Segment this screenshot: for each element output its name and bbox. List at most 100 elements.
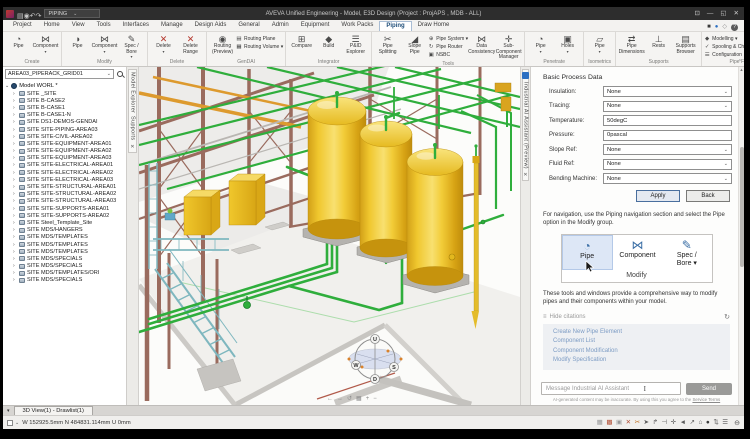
expander-icon[interactable]: › xyxy=(13,119,17,125)
expander-icon[interactable]: › xyxy=(13,170,17,176)
compass-south-label[interactable]: S xyxy=(392,365,396,371)
tree-item[interactable]: ›SITE SITE-SUPPORTS-AREA02 xyxy=(5,212,126,219)
scrollbar-thumb[interactable] xyxy=(740,147,744,267)
ribbon-button-pipe-system[interactable]: ⊕Pipe System ▾ xyxy=(428,35,468,42)
expander-icon[interactable]: › xyxy=(13,112,17,118)
pan-left-icon[interactable]: ← xyxy=(327,396,333,402)
ribbon-button-routing-preview[interactable]: ◉Routing (Preview) xyxy=(209,33,236,59)
ribbon-button-nsbc[interactable]: ▣NSBC xyxy=(428,51,468,58)
tracing-select[interactable]: None⌄ xyxy=(603,101,732,112)
pressure-input[interactable]: 0pascal xyxy=(603,130,732,141)
tree-item[interactable]: ›SITE MDS/SPECIALS xyxy=(5,263,126,270)
tree-item[interactable]: ›SITE B-CASE2 xyxy=(5,97,126,104)
ribbon-button-build[interactable]: ◆Build xyxy=(315,33,342,59)
close-icon[interactable]: ✕ xyxy=(523,172,527,178)
shape-icon[interactable]: ◇ xyxy=(722,24,727,31)
tree-item[interactable]: ›SITE SITE-SUPPORTS-AREA01 xyxy=(5,205,126,212)
status-tool-icon[interactable]: ⊣ xyxy=(661,419,667,427)
expander-icon[interactable]: › xyxy=(13,277,17,283)
ribbon-button-pipe[interactable]: ◔Pipe xyxy=(5,33,32,59)
ribbon-tab-home[interactable]: Home xyxy=(38,21,66,31)
ribbon-tab-draw-home[interactable]: Draw Home xyxy=(412,21,456,31)
ribbon-tab-admin[interactable]: Admin xyxy=(266,21,295,31)
ribbon-button-rests[interactable]: ⊥Rests xyxy=(645,33,672,59)
cube-icon[interactable]: ▦ xyxy=(356,396,362,402)
compass-up-label[interactable]: U xyxy=(373,337,377,343)
bending-machine-select[interactable]: None⌄ xyxy=(603,173,732,184)
expander-icon[interactable]: › xyxy=(13,105,17,111)
close-icon[interactable]: ✕ xyxy=(130,144,134,150)
expander-icon[interactable]: › xyxy=(13,227,17,233)
ribbon-button-pipe-splitting[interactable]: ✂Pipe Splitting xyxy=(374,33,401,61)
status-tool-icon[interactable]: ↗ xyxy=(690,419,695,427)
ribbon-button-component[interactable]: ⋈Component▾ xyxy=(32,33,59,59)
tree-item[interactable]: ›SITE MDS/TEMPLATES xyxy=(5,241,126,248)
ribbon-tab-view[interactable]: View xyxy=(66,21,91,31)
ribbon-tab-tools[interactable]: Tools xyxy=(91,21,117,31)
fluid-ref-select[interactable]: None⌄ xyxy=(603,159,732,170)
restore-button[interactable]: ◱ xyxy=(720,10,726,18)
expander-icon[interactable]: › xyxy=(13,256,17,262)
expander-icon[interactable]: › xyxy=(13,127,17,133)
close-button[interactable]: ✕ xyxy=(734,10,739,18)
status-tool-icon[interactable]: ✂ xyxy=(635,419,640,427)
tree-item[interactable]: ›SITE Steel_Template_Site xyxy=(5,219,126,226)
tree-item[interactable]: ›SITE MDS/HANGERS xyxy=(5,227,126,234)
ribbon-tab-project[interactable]: Project xyxy=(7,21,38,31)
ribbon-button-modelling[interactable]: ◆Modelling ▾ xyxy=(704,35,744,42)
tree-item[interactable]: ›SITE SITE-PIPING-AREA03 xyxy=(5,126,126,133)
ribbon-button-delete[interactable]: ✕Delete▾ xyxy=(150,33,177,59)
tree-root[interactable]: ⌄ Model WORL * xyxy=(5,82,126,90)
tree-item[interactable]: ›SITE SITE-EQUIPMENT-AREA03 xyxy=(5,155,126,162)
zoom-in-icon[interactable]: + xyxy=(366,396,370,402)
ribbon-button-pipe[interactable]: ◑Pipe xyxy=(64,33,91,59)
minimize-button[interactable]: — xyxy=(707,10,714,18)
ribbon-button-slope-pipe[interactable]: ◢Slope Pipe xyxy=(401,33,428,61)
expander-icon[interactable]: › xyxy=(13,270,17,276)
ribbon-button-holes[interactable]: ▣Holes▾ xyxy=(554,33,581,59)
expander-icon[interactable]: › xyxy=(13,148,17,154)
stop-icon[interactable]: ■ xyxy=(707,24,711,31)
expander-icon[interactable]: › xyxy=(13,91,17,97)
3d-viewport[interactable]: U D W S ←→↺▦+− xyxy=(139,67,520,405)
ribbon-button-delete-range[interactable]: ✕Delete Range xyxy=(177,33,204,59)
panel-scrollbar[interactable]: ▲ xyxy=(738,67,744,405)
ribbon-button-pipe-router[interactable]: ↻Pipe Router xyxy=(428,43,468,50)
expander-icon[interactable]: ⌄ xyxy=(5,83,9,89)
expander-icon[interactable]: › xyxy=(13,234,17,240)
window-menu-icon[interactable]: ⊡ xyxy=(694,10,699,18)
temperature-input[interactable]: 50degC xyxy=(603,115,732,126)
ribbon-button-supports-browser[interactable]: ▤Supports Browser xyxy=(672,33,699,59)
expander-icon[interactable]: › xyxy=(13,198,17,204)
tree-item[interactable]: ›SITE SITE-ELECTRICAL-AREA02 xyxy=(5,169,126,176)
status-tool-icon[interactable]: ▦ xyxy=(597,419,603,427)
expander-icon[interactable]: › xyxy=(13,249,17,255)
pan-right-icon[interactable]: → xyxy=(337,396,343,402)
status-tool-icon[interactable]: ⌂ xyxy=(698,419,702,427)
ai-assistant-dock-tab[interactable]: Industrial AI Assistant (Preview) ✕ xyxy=(522,69,529,181)
ribbon-tab-general[interactable]: General xyxy=(232,21,265,31)
ribbon-tab-piping[interactable]: Piping xyxy=(379,21,411,31)
ribbon-collapse-icon[interactable]: ⌃ xyxy=(738,59,742,65)
view-tab[interactable]: 3D View(1) - Drawlist(1) xyxy=(14,406,93,415)
expander-icon[interactable]: › xyxy=(13,263,17,269)
info-icon[interactable]: ● xyxy=(715,24,719,31)
tree-item[interactable]: ›SITE MDS/SPECIALS xyxy=(5,255,126,262)
tree-item[interactable]: ›SITE SITE-STRUCTURAL-AREA02 xyxy=(5,191,126,198)
status-tool-icon[interactable]: ▩ xyxy=(606,419,612,427)
tree-item[interactable]: ›SITE SITE-STRUCTURAL-AREA03 xyxy=(5,198,126,205)
expander-icon[interactable]: › xyxy=(13,206,17,212)
expander-icon[interactable]: › xyxy=(13,177,17,183)
ribbon-tab-manage[interactable]: Manage xyxy=(155,21,189,31)
refresh-icon[interactable]: ↻ xyxy=(724,313,730,321)
tree-item[interactable]: ›SITE B-CASE1-N xyxy=(5,112,126,119)
ribbon-tab-work-packs[interactable]: Work Packs xyxy=(335,21,379,31)
tree-search-combo[interactable]: AREA03_PIPERACK_GRID01 ⌄ xyxy=(5,69,114,79)
ribbon-button-spec-bore[interactable]: ✎Spec / Bore▾ xyxy=(118,33,145,59)
tree-item[interactable]: ›SITE MDS/TEMPLATES/ORI xyxy=(5,270,126,277)
message-input[interactable]: Message Industrial AI Assistant I xyxy=(541,382,681,395)
expander-icon[interactable]: › xyxy=(13,98,17,104)
ribbon-button-routing-volume[interactable]: ▦Routing Volume ▾ xyxy=(236,43,283,50)
ribbon-button-sub-component-manager[interactable]: ✛Sub-Component Manager xyxy=(495,33,522,61)
status-tool-icon[interactable]: ➤ xyxy=(644,419,649,427)
